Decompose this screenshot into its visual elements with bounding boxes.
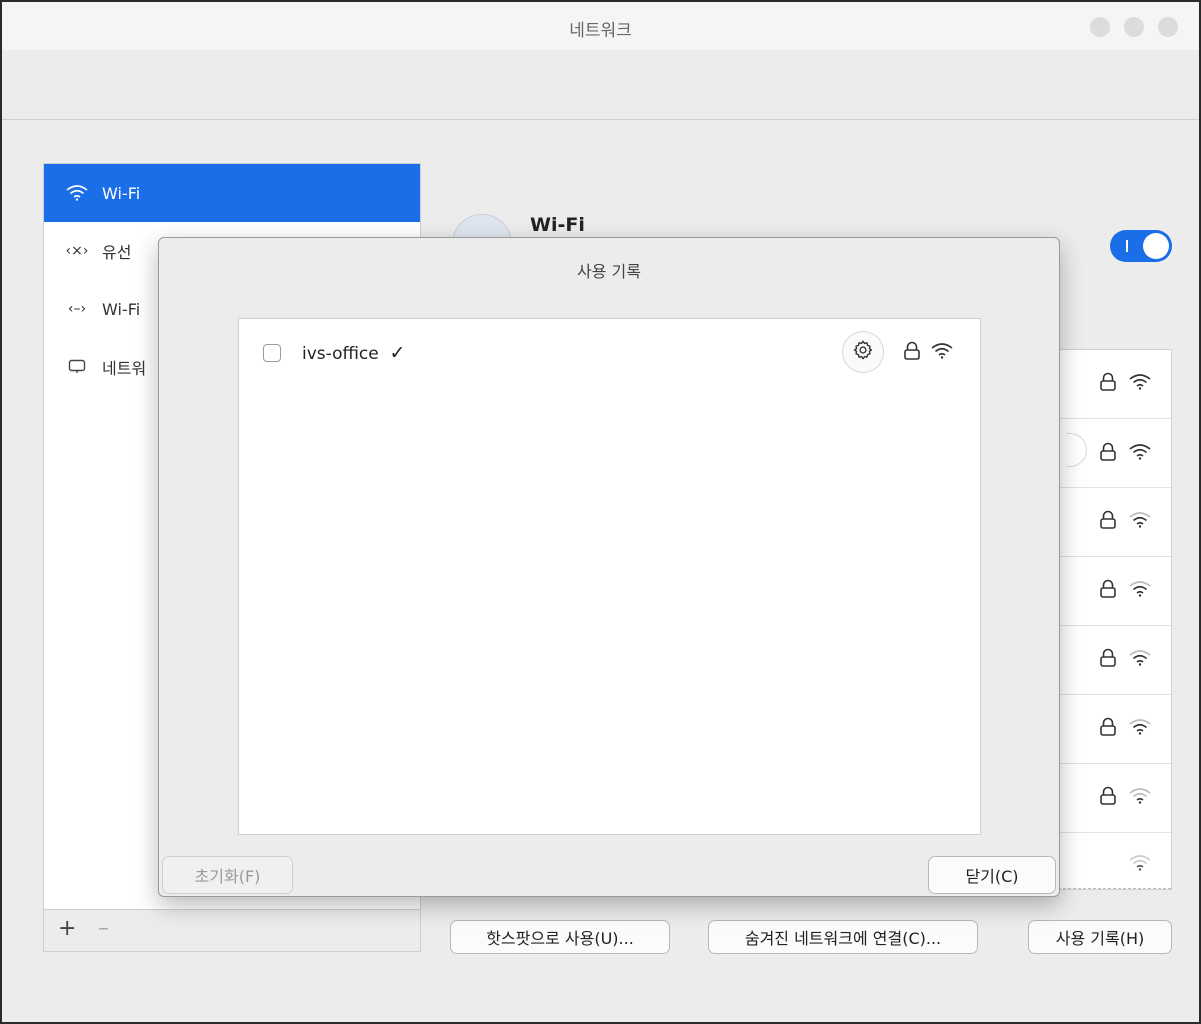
sidebar-item-label: 유선 bbox=[102, 243, 132, 262]
lock-icon bbox=[1099, 717, 1117, 741]
toggle-on-mark bbox=[1126, 240, 1128, 252]
connect-hidden-network-button[interactable]: 숨겨진 네트워크에 연결(C)... bbox=[708, 920, 978, 954]
history-list: ivs-office ✓ bbox=[238, 318, 981, 835]
history-checkbox[interactable] bbox=[263, 344, 281, 362]
add-connection-button[interactable]: + bbox=[58, 916, 76, 941]
use-as-hotspot-button[interactable]: 핫스팟으로 사용(U)... bbox=[450, 920, 670, 954]
wifi-signal-icon bbox=[1129, 650, 1151, 670]
sidebar-bottom-bar: + – bbox=[43, 910, 421, 952]
wired-disconnected-icon: ‹×› bbox=[65, 243, 89, 259]
wifi-signal-icon bbox=[1129, 788, 1151, 808]
connected-check-icon: ✓ bbox=[389, 342, 406, 364]
wifi-direct-icon: ‹–› bbox=[67, 301, 87, 317]
remove-connection-button[interactable]: – bbox=[98, 916, 109, 941]
lock-icon bbox=[1099, 510, 1117, 534]
window-title: 네트워크 bbox=[569, 21, 632, 41]
gear-icon bbox=[852, 339, 874, 365]
wifi-signal-icon bbox=[1129, 581, 1151, 601]
monitor-icon bbox=[64, 359, 90, 375]
history-network-name: ivs-office ✓ bbox=[302, 342, 406, 364]
network-settings-button[interactable] bbox=[842, 331, 884, 373]
sidebar-item-label: Wi-Fi bbox=[102, 299, 141, 319]
wifi-signal-icon bbox=[1129, 855, 1151, 875]
history-button[interactable]: 사용 기록(H) bbox=[1028, 920, 1172, 954]
wifi-toggle[interactable] bbox=[1110, 230, 1172, 262]
lock-icon bbox=[1099, 579, 1117, 603]
wifi-signal-icon bbox=[1129, 512, 1151, 532]
close-dialog-button[interactable]: 닫기(C) bbox=[928, 856, 1056, 894]
wifi-signal-icon bbox=[1129, 374, 1151, 394]
window-control-dot-3[interactable] bbox=[1158, 17, 1178, 37]
lock-icon bbox=[1099, 786, 1117, 810]
dialog-title: 사용 기록 bbox=[577, 262, 641, 281]
sidebar-item-wifi[interactable]: Wi-Fi bbox=[44, 164, 420, 222]
network-window: 네트워크 Wi-Fi ‹×› 유선 ‹–› Wi-Fi 네트워 + – Wi-F… bbox=[0, 0, 1201, 1024]
toggle-knob bbox=[1143, 233, 1169, 259]
window-control-dot-1[interactable] bbox=[1090, 17, 1110, 37]
sidebar-item-label: Wi-Fi bbox=[102, 183, 141, 203]
window-control-dot-2[interactable] bbox=[1124, 17, 1144, 37]
toolbar bbox=[2, 50, 1199, 120]
wifi-signal-icon bbox=[1129, 719, 1151, 739]
lock-icon bbox=[1099, 442, 1117, 466]
lock-icon bbox=[1099, 648, 1117, 672]
lock-icon bbox=[903, 341, 921, 365]
wifi-icon bbox=[64, 185, 90, 201]
wifi-signal-icon bbox=[1129, 444, 1151, 464]
history-row[interactable]: ivs-office ✓ bbox=[239, 319, 980, 383]
gear-icon[interactable] bbox=[1067, 433, 1087, 467]
reset-button[interactable]: 초기화(F) bbox=[162, 856, 293, 894]
wifi-header-title: Wi-Fi bbox=[530, 214, 585, 236]
sidebar-item-label: 네트워 bbox=[102, 359, 147, 378]
wifi-signal-icon bbox=[931, 343, 953, 363]
lock-icon bbox=[1099, 372, 1117, 396]
history-dialog: 사용 기록 ivs-office ✓ 초기화(F) 닫기(C) bbox=[158, 237, 1060, 897]
title-bar: 네트워크 bbox=[2, 2, 1199, 50]
